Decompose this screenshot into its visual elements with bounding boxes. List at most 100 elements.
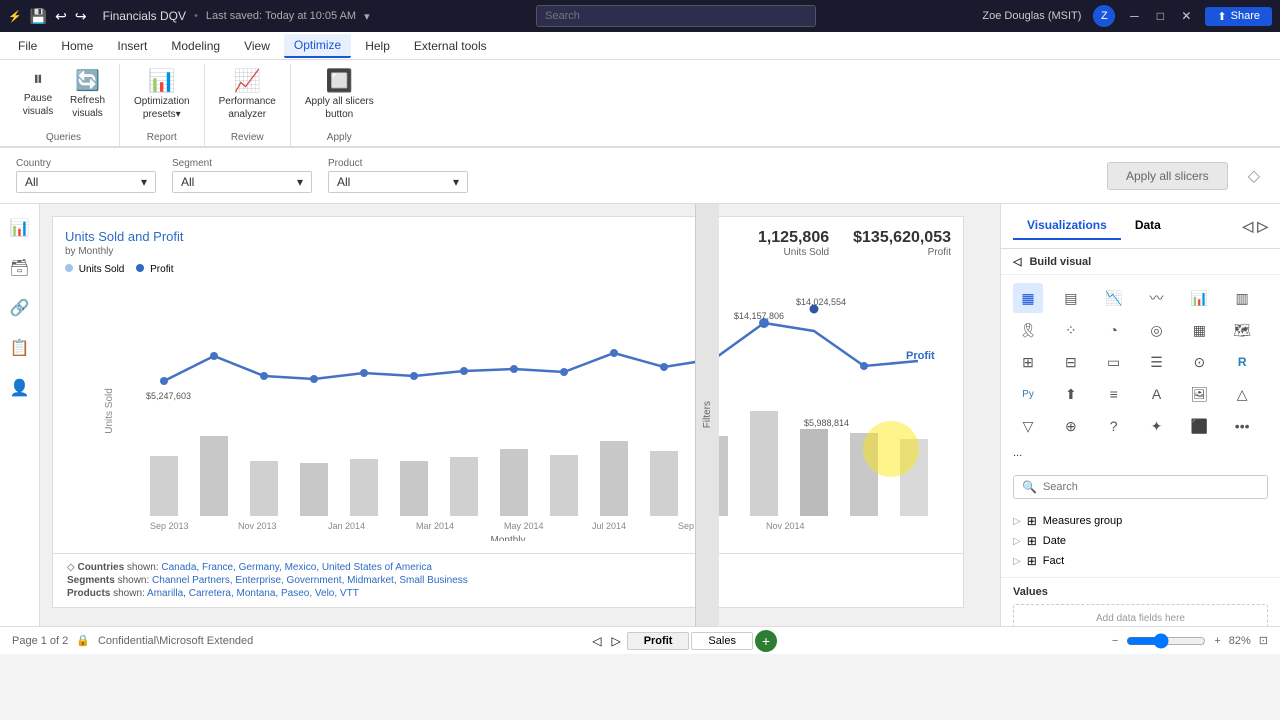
table-icon[interactable]: ⊞ bbox=[1013, 347, 1043, 377]
multirow-icon[interactable]: ☰ bbox=[1141, 347, 1171, 377]
measures-group-item[interactable]: ▷ ⊞ Measures group bbox=[1013, 511, 1268, 531]
right-panel-tabs: Visualizations Data bbox=[1013, 212, 1175, 240]
r-icon[interactable]: R bbox=[1227, 347, 1257, 377]
pie-icon[interactable]: ◔ bbox=[1099, 315, 1129, 345]
search-bar[interactable] bbox=[536, 5, 816, 27]
performance-analyzer-button[interactable]: 📈 Performance analyzer bbox=[213, 64, 282, 124]
line-chart-icon[interactable]: 〰 bbox=[1141, 283, 1171, 313]
pause-visuals-button[interactable]: ⏸ Pause visuals bbox=[16, 64, 60, 121]
slicer-icon[interactable]: ≡ bbox=[1099, 379, 1129, 409]
values-dropzone[interactable]: Add data fields here bbox=[1013, 604, 1268, 626]
menu-help[interactable]: Help bbox=[355, 35, 400, 57]
country-select[interactable]: All ▾ bbox=[16, 171, 156, 193]
apply-all-label: Apply all slicers bbox=[1126, 169, 1209, 183]
smart-icon[interactable]: ✦ bbox=[1141, 411, 1171, 441]
product-select[interactable]: All ▾ bbox=[328, 171, 468, 193]
py-icon[interactable]: Py bbox=[1013, 379, 1043, 409]
qna-icon[interactable]: ? bbox=[1099, 411, 1129, 441]
segments-value[interactable]: Channel Partners, Enterprise, Government… bbox=[152, 575, 468, 586]
fit-page-icon[interactable]: ⊡ bbox=[1259, 634, 1268, 647]
data-search-input[interactable] bbox=[1043, 481, 1259, 493]
collapse-icon[interactable]: ◁ bbox=[1242, 218, 1253, 235]
menu-file[interactable]: File bbox=[8, 35, 47, 57]
dots-icon[interactable]: ••• bbox=[1227, 411, 1257, 441]
right-panel-header: Visualizations Data ◁ ▷ bbox=[1001, 204, 1280, 249]
countries-value[interactable]: Canada, France, Germany, Mexico, United … bbox=[161, 562, 432, 573]
tab-visualizations[interactable]: Visualizations bbox=[1013, 212, 1121, 240]
dax-view-icon[interactable]: 📋 bbox=[4, 332, 36, 364]
dropdown-icon[interactable]: ▾ bbox=[364, 10, 370, 23]
product-chevron-icon: ▾ bbox=[453, 175, 459, 189]
title-bar-right: Zoe Douglas (MSIT) Z ─ □ ✕ ⬆ Share bbox=[982, 5, 1272, 27]
prev-page-icon[interactable]: ◁ bbox=[588, 634, 605, 648]
fact-expand-icon: ▷ bbox=[1013, 556, 1021, 567]
save-icon[interactable]: 💾 bbox=[30, 8, 47, 25]
menu-insert[interactable]: Insert bbox=[107, 35, 157, 57]
bar-chart-icon[interactable]: ▦ bbox=[1013, 283, 1043, 313]
date-item[interactable]: ▷ ⊞ Date bbox=[1013, 531, 1268, 551]
footer: Page 1 of 2 🔒 Confidential\Microsoft Ext… bbox=[0, 626, 1280, 654]
funnel-icon[interactable]: ▽ bbox=[1013, 411, 1043, 441]
maximize-button[interactable]: □ bbox=[1153, 9, 1167, 23]
gauge-icon[interactable]: ⊙ bbox=[1184, 347, 1214, 377]
fact-item[interactable]: ▷ ⊞ Fact bbox=[1013, 551, 1268, 571]
menu-view[interactable]: View bbox=[234, 35, 280, 57]
reset-filters-icon[interactable]: ◇ bbox=[1244, 162, 1264, 190]
stacked-bar-icon[interactable]: ▤ bbox=[1056, 283, 1086, 313]
report-view-icon[interactable]: 📊 bbox=[4, 212, 36, 244]
share-icon: ⬆ bbox=[1217, 10, 1226, 23]
tab-sales[interactable]: Sales bbox=[691, 632, 753, 650]
user-avatar[interactable]: Z bbox=[1093, 5, 1115, 27]
image-icon[interactable]: 🖼 bbox=[1184, 379, 1214, 409]
next-page-icon[interactable]: ▷ bbox=[607, 634, 624, 648]
matrix-icon[interactable]: ⊟ bbox=[1056, 347, 1086, 377]
data-view-icon[interactable]: 🗃 bbox=[3, 252, 35, 284]
segment-chevron-icon: ▾ bbox=[297, 175, 303, 189]
line-bar-icon[interactable]: 📉 bbox=[1099, 283, 1129, 313]
menu-modeling[interactable]: Modeling bbox=[161, 35, 230, 57]
more-icon[interactable]: ⬛ bbox=[1184, 411, 1214, 441]
menu-optimize[interactable]: Optimize bbox=[284, 34, 351, 58]
text-icon[interactable]: A bbox=[1141, 379, 1171, 409]
donut-icon[interactable]: ◎ bbox=[1141, 315, 1171, 345]
apply-all-slicers-button[interactable]: 🔲 Apply all slicers button bbox=[299, 64, 380, 124]
apply-all-slicers-bar-button[interactable]: Apply all slicers bbox=[1107, 162, 1228, 190]
zoom-in-icon[interactable]: + bbox=[1214, 635, 1220, 647]
profit-legend: Profit bbox=[136, 264, 173, 275]
tab-profit[interactable]: Profit bbox=[627, 632, 690, 650]
tab-data[interactable]: Data bbox=[1121, 212, 1175, 240]
decomp-icon[interactable]: ⊕ bbox=[1056, 411, 1086, 441]
refresh-visuals-button[interactable]: 🔄 Refresh visuals bbox=[64, 64, 111, 123]
menu-home[interactable]: Home bbox=[51, 35, 103, 57]
segment-filter: Segment All ▾ bbox=[172, 158, 312, 193]
products-value[interactable]: Amarilla, Carretera, Montana, Paseo, Vel… bbox=[147, 588, 359, 599]
treemap-icon[interactable]: ▦ bbox=[1184, 315, 1214, 345]
segment-select[interactable]: All ▾ bbox=[172, 171, 312, 193]
add-tab-button[interactable]: + bbox=[755, 630, 777, 652]
stacked-area-icon[interactable]: ▥ bbox=[1227, 283, 1257, 313]
zoom-out-icon[interactable]: − bbox=[1112, 635, 1118, 647]
share-button[interactable]: ⬆ Share bbox=[1205, 7, 1272, 26]
zoom-slider[interactable] bbox=[1126, 633, 1206, 649]
menu-external-tools[interactable]: External tools bbox=[404, 35, 497, 57]
minimize-button[interactable]: ─ bbox=[1127, 9, 1141, 23]
kpi-icon[interactable]: ⬆ bbox=[1056, 379, 1086, 409]
redo-icon[interactable]: ↪ bbox=[75, 8, 87, 25]
ribbon-chart-icon[interactable]: 🎗 bbox=[1013, 315, 1043, 345]
card-icon[interactable]: ▭ bbox=[1099, 347, 1129, 377]
app-icon: ⚡ bbox=[8, 10, 22, 23]
map-icon[interactable]: 🗺 bbox=[1227, 315, 1257, 345]
undo-icon[interactable]: ↩ bbox=[55, 8, 67, 25]
expand-icon[interactable]: ▷ bbox=[1257, 218, 1268, 235]
queries-group-label: Queries bbox=[46, 130, 81, 146]
optimization-presets-button[interactable]: 📊 Optimization presets▾ bbox=[128, 64, 196, 124]
area-chart-icon[interactable]: 📊 bbox=[1184, 283, 1214, 313]
people-icon[interactable]: 👤 bbox=[4, 372, 36, 404]
units-dot bbox=[65, 264, 73, 272]
shape-icon[interactable]: △ bbox=[1227, 379, 1257, 409]
model-view-icon[interactable]: 🔗 bbox=[4, 292, 36, 324]
search-box[interactable]: 🔍 bbox=[1013, 475, 1268, 499]
close-button[interactable]: ✕ bbox=[1179, 9, 1193, 23]
search-input[interactable] bbox=[536, 5, 816, 27]
scatter-icon[interactable]: ⁘ bbox=[1056, 315, 1086, 345]
